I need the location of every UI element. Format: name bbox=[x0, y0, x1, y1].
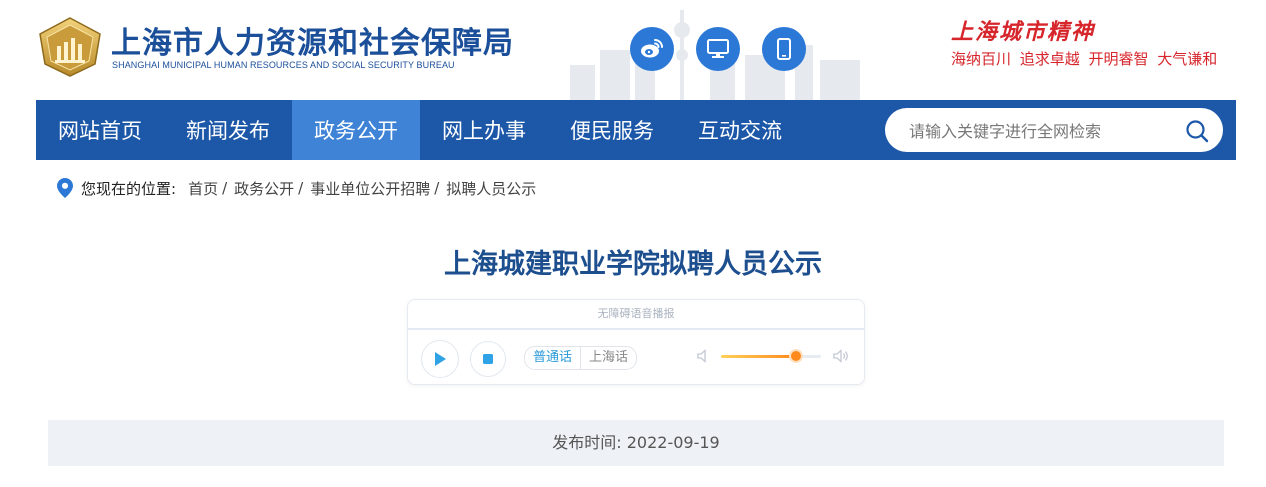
site-title[interactable]: 上海市人力资源和社会保障局 bbox=[111, 18, 514, 62]
article-title: 上海城建职业学院拟聘人员公示 bbox=[444, 249, 822, 280]
volume-slider[interactable] bbox=[721, 351, 821, 361]
volume-knob[interactable] bbox=[791, 351, 801, 361]
nav-item-online-service[interactable]: 网上办事 bbox=[420, 100, 548, 160]
stop-icon bbox=[483, 354, 493, 364]
mobile-site-button[interactable] bbox=[762, 27, 806, 71]
breadcrumb-separator: / bbox=[222, 179, 228, 197]
bureau-emblem-icon[interactable] bbox=[37, 16, 103, 78]
volume-low-icon[interactable] bbox=[696, 348, 712, 364]
stop-button[interactable] bbox=[470, 341, 506, 377]
lang-shanghainese[interactable]: 上海话 bbox=[580, 347, 636, 369]
mobile-icon bbox=[777, 38, 791, 60]
volume-fill bbox=[721, 355, 796, 358]
breadcrumb: 您现在的位置: 首页 / 政务公开 / 事业单位公开招聘 / 拟聘人员公示 bbox=[57, 176, 536, 200]
site-header: 上海市人力资源和社会保障局 SHANGHAI MUNICIPAL HUMAN R… bbox=[0, 0, 1266, 100]
search-box bbox=[885, 108, 1223, 154]
location-pin-icon bbox=[57, 178, 73, 198]
publish-date: 发布时间: 2022-09-19 bbox=[552, 433, 720, 452]
nav-item-news[interactable]: 新闻发布 bbox=[164, 100, 292, 160]
weibo-icon bbox=[641, 39, 663, 58]
desktop-site-button[interactable] bbox=[696, 27, 740, 71]
play-icon bbox=[435, 352, 446, 366]
breadcrumb-current[interactable]: 拟聘人员公示 bbox=[446, 178, 536, 199]
desktop-icon bbox=[707, 39, 729, 58]
breadcrumb-label: 您现在的位置: bbox=[81, 179, 177, 198]
language-switch: 普通话 上海话 bbox=[524, 346, 638, 370]
search-input[interactable] bbox=[907, 108, 1171, 154]
search-icon[interactable] bbox=[1185, 119, 1209, 143]
lang-mandarin[interactable]: 普通话 bbox=[525, 347, 580, 369]
breadcrumb-gov-affairs[interactable]: 政务公开 bbox=[234, 178, 294, 199]
nav-item-interaction[interactable]: 互动交流 bbox=[676, 100, 804, 160]
breadcrumb-separator: / bbox=[298, 179, 304, 197]
nav-item-home[interactable]: 网站首页 bbox=[36, 100, 164, 160]
breadcrumb-separator: / bbox=[434, 179, 440, 197]
site-title-english: SHANGHAI MUNICIPAL HUMAN RESOURCES AND S… bbox=[112, 60, 455, 70]
city-spirit-title: 上海城市精神 bbox=[951, 19, 1096, 45]
nav-item-public-service[interactable]: 便民服务 bbox=[548, 100, 676, 160]
audio-player: 无障碍语音播报 普通话 上海话 bbox=[407, 299, 865, 385]
volume-high-icon[interactable] bbox=[832, 347, 850, 365]
player-title: 无障碍语音播报 bbox=[408, 300, 864, 330]
nav-item-gov-affairs[interactable]: 政务公开 bbox=[292, 100, 420, 160]
breadcrumb-recruitment[interactable]: 事业单位公开招聘 bbox=[310, 178, 430, 199]
publish-info-bar: 发布时间: 2022-09-19 bbox=[48, 420, 1224, 466]
main-nav: 网站首页 新闻发布 政务公开 网上办事 便民服务 互动交流 bbox=[36, 100, 1236, 160]
weibo-button[interactable] bbox=[630, 27, 674, 71]
city-spirit-words: 海纳百川 追求卓越 开明睿智 大气谦和 bbox=[951, 50, 1218, 68]
breadcrumb-home[interactable]: 首页 bbox=[188, 178, 218, 199]
play-button[interactable] bbox=[421, 340, 459, 378]
